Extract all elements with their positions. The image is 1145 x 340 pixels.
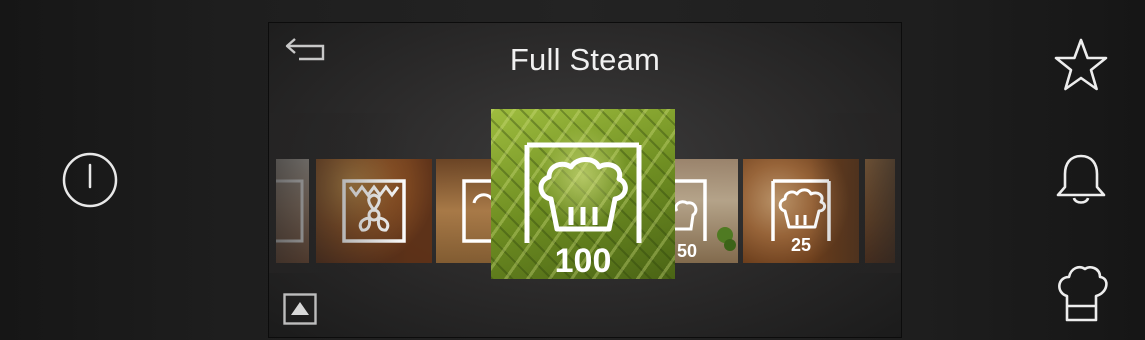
star-icon[interactable] <box>1050 36 1112 98</box>
steam-level-label: 100 <box>555 242 612 279</box>
steam-level-label: 50 <box>677 241 697 261</box>
steam-icon: 50 <box>675 179 736 261</box>
oven-display: Full Steam 100 50 25 <box>268 22 902 338</box>
partial-right-tile[interactable] <box>865 159 895 263</box>
fan-bake-tile[interactable] <box>316 159 432 263</box>
power-icon[interactable] <box>62 152 118 208</box>
program-title: Full Steam <box>509 42 661 77</box>
chef-hat-icon[interactable] <box>1050 262 1112 324</box>
fan-bake-icon <box>342 179 406 243</box>
oven-frame-icon <box>462 179 492 243</box>
partial-tile[interactable] <box>276 159 309 263</box>
muffin-tile[interactable] <box>436 159 492 263</box>
steam-25-tile[interactable]: 25 <box>743 159 859 263</box>
steam-level-label: 25 <box>791 235 811 255</box>
steam-icon: 25 <box>771 179 831 255</box>
triangle-up-icon[interactable] <box>283 293 317 325</box>
oven-frame-icon <box>276 179 304 243</box>
full-steam-tile[interactable]: 100 <box>491 109 675 279</box>
steam-icon: 100 <box>524 142 642 279</box>
bell-icon[interactable] <box>1050 150 1112 212</box>
steam-50-tile[interactable]: 50 <box>675 159 738 263</box>
